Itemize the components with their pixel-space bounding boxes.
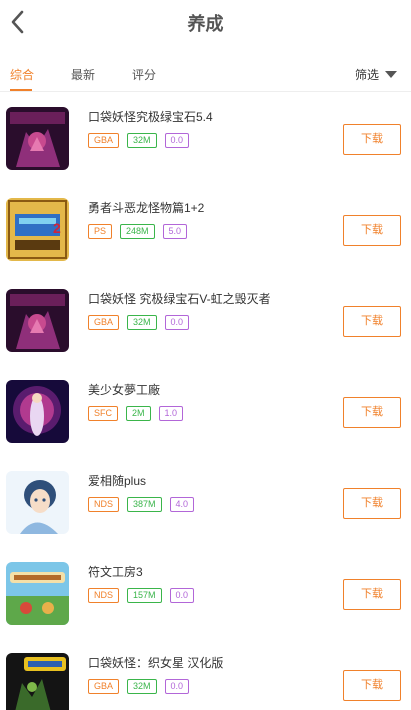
download-button[interactable]: 下载 [343, 215, 401, 246]
game-name: 爱相随plus [88, 474, 147, 488]
list-item[interactable]: 美少女夢工廠 SFC 2M 1.0 下载 [0, 366, 411, 457]
rating-tag: 0.0 [164, 679, 190, 694]
platform-tag: SFC [88, 406, 118, 421]
active-tab-indicator [10, 89, 32, 91]
tab-rating[interactable]: 评分 [132, 66, 156, 83]
tab-bar: 综合 最新 评分 筛选 [0, 56, 411, 92]
size-tag: 248M [120, 224, 155, 239]
rating-tag: 0.0 [164, 315, 190, 330]
filter-label: 筛选 [354, 68, 379, 82]
list-item[interactable]: 爱相随plus NDS 387M 4.0 下载 [0, 457, 411, 548]
list-item[interactable]: 符文工房3 NDS 157M 0.0 下载 [0, 548, 411, 639]
tab-latest[interactable]: 最新 [71, 66, 95, 83]
game-name: 美少女夢工廠 [88, 383, 161, 397]
download-button[interactable]: 下载 [343, 124, 401, 155]
game-thumbnail [6, 562, 69, 625]
rating-tag: 0.0 [164, 133, 190, 148]
rating-tag: 1.0 [158, 406, 184, 421]
page-title: 养成 [187, 14, 224, 34]
game-name: 符文工房3 [88, 565, 143, 579]
triangle-down-icon [385, 71, 397, 78]
game-name: 勇者斗恶龙怪物篇1+2 [88, 201, 205, 215]
size-tag: 32M [127, 133, 157, 148]
game-name: 口袋妖怪 究极绿宝石V-虹之毁灭者 [88, 292, 271, 306]
game-thumbnail [6, 653, 69, 710]
game-thumbnail [6, 471, 69, 534]
platform-tag: PS [88, 224, 113, 239]
download-button[interactable]: 下载 [343, 579, 401, 610]
game-name: 口袋妖怪究极绿宝石5.4 [88, 110, 213, 124]
rating-tag: 4.0 [169, 497, 195, 512]
platform-tag: NDS [88, 588, 120, 603]
download-button[interactable]: 下载 [343, 306, 401, 337]
platform-tag: GBA [88, 315, 120, 330]
game-thumbnail [6, 289, 69, 352]
game-name: 口袋妖怪：织女星 汉化版 [88, 656, 224, 670]
size-tag: 2M [126, 406, 151, 421]
size-tag: 157M [127, 588, 162, 603]
size-tag: 32M [127, 679, 157, 694]
tab-comprehensive[interactable]: 综合 [10, 66, 34, 83]
game-thumbnail: 2 [6, 198, 69, 261]
svg-text:2: 2 [53, 220, 61, 236]
download-button[interactable]: 下载 [343, 488, 401, 519]
list-item[interactable]: 口袋妖怪究极绿宝石5.4 GBA 32M 0.0 下载 [0, 93, 411, 184]
size-tag: 32M [127, 315, 157, 330]
app-header: 养成 [0, 0, 411, 46]
list-item[interactable]: 2 勇者斗恶龙怪物篇1+2 PS 248M 5.0 下载 [0, 184, 411, 275]
download-button[interactable]: 下载 [343, 397, 401, 428]
platform-tag: GBA [88, 679, 120, 694]
size-tag: 387M [127, 497, 162, 512]
rating-tag: 0.0 [169, 588, 195, 603]
game-thumbnail [6, 107, 69, 170]
rating-tag: 5.0 [162, 224, 188, 239]
download-button[interactable]: 下载 [343, 670, 401, 701]
list-item[interactable]: 口袋妖怪：织女星 汉化版 GBA 32M 0.0 下载 [0, 639, 411, 710]
list-item[interactable]: 口袋妖怪 究极绿宝石V-虹之毁灭者 GBA 32M 0.0 下载 [0, 275, 411, 366]
game-thumbnail [6, 380, 69, 443]
filter-button[interactable]: 筛选 [355, 66, 397, 83]
game-list: 口袋妖怪究极绿宝石5.4 GBA 32M 0.0 下载 2 勇者斗恶龙怪物篇1+… [0, 93, 411, 710]
platform-tag: NDS [88, 497, 120, 512]
platform-tag: GBA [88, 133, 120, 148]
